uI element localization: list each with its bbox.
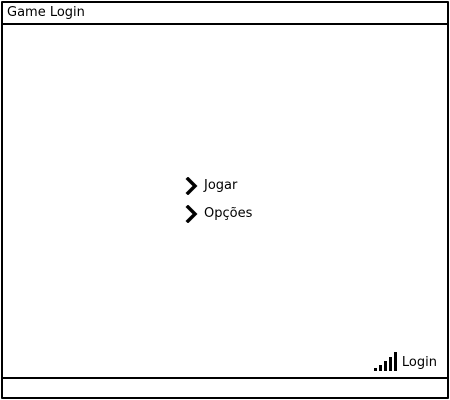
title-bar: Game Login [3,3,447,25]
window-title: Game Login [7,5,85,20]
menu-item-label: Jogar [204,178,238,193]
game-login-window: Game Login Jogar Opções Login [1,1,449,399]
status-bar [3,377,447,397]
chevron-right-icon [185,177,198,195]
chevron-right-icon [185,205,198,223]
main-menu: Jogar Opções [185,175,252,231]
menu-item-jogar[interactable]: Jogar [185,175,252,197]
menu-item-label: Opções [204,206,253,221]
signal-bars-icon [373,352,397,371]
menu-item-opcoes[interactable]: Opções [185,203,252,225]
login-label: Login [401,355,437,370]
login-button[interactable]: Login [373,351,437,371]
main-content: Jogar Opções Login [3,25,447,377]
